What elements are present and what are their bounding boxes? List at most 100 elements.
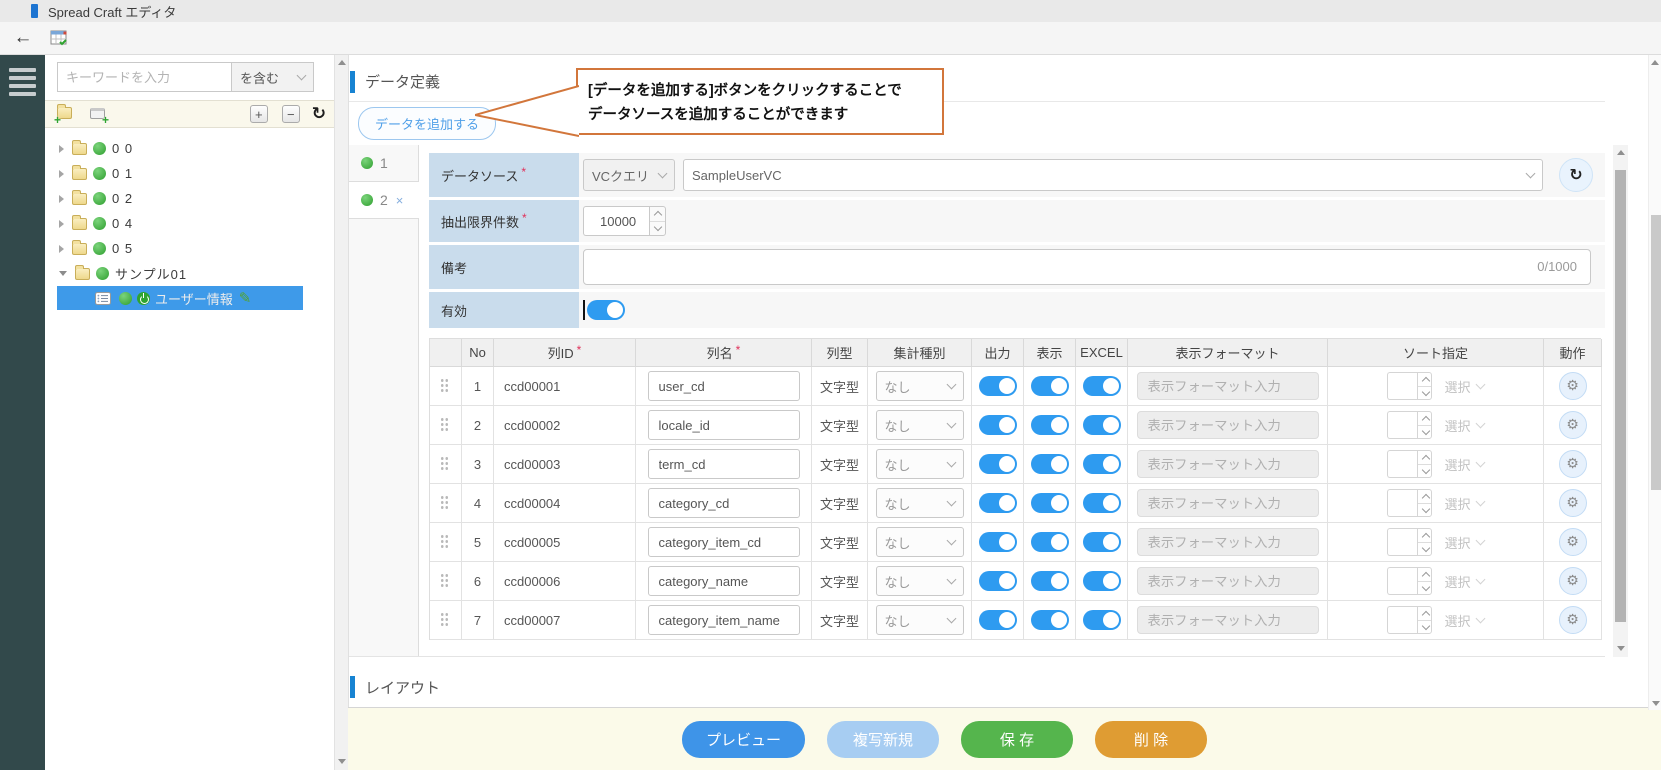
panel-scrollbar[interactable] <box>1613 145 1628 657</box>
agg-type-select[interactable]: なし <box>876 566 964 596</box>
output-toggle[interactable] <box>979 532 1017 552</box>
spinner-up-icon[interactable] <box>1418 529 1431 542</box>
number-spinner[interactable] <box>1417 372 1432 400</box>
number-spinner[interactable] <box>1417 567 1432 595</box>
display-toggle[interactable] <box>1031 493 1069 513</box>
filter-select[interactable]: を含む <box>232 62 314 92</box>
gear-icon[interactable]: ⚙ <box>1559 450 1587 478</box>
excel-toggle[interactable] <box>1083 415 1121 435</box>
tree-scrollbar[interactable] <box>334 55 348 770</box>
display-format-input[interactable] <box>1137 411 1319 439</box>
sort-order-input[interactable] <box>1387 606 1417 634</box>
agg-type-select[interactable]: なし <box>876 488 964 518</box>
enabled-toggle[interactable] <box>587 300 625 320</box>
agg-type-select[interactable]: なし <box>876 449 964 479</box>
col-name-input[interactable] <box>648 605 800 635</box>
datasource-refresh-button[interactable]: ↻ <box>1559 158 1593 192</box>
spinner-down-icon[interactable] <box>1418 620 1431 634</box>
col-name-input[interactable] <box>648 371 800 401</box>
scrollbar-down-icon[interactable] <box>1617 646 1625 651</box>
spinner-up-icon[interactable] <box>1418 490 1431 503</box>
page-scrollbar[interactable] <box>1648 55 1661 710</box>
chevron-right-icon[interactable] <box>59 195 64 203</box>
display-format-input[interactable] <box>1137 606 1319 634</box>
chevron-right-icon[interactable] <box>59 220 64 228</box>
spinner-down-icon[interactable] <box>1418 464 1431 478</box>
scrollbar-down-icon[interactable] <box>338 759 346 764</box>
excel-toggle[interactable] <box>1083 493 1121 513</box>
number-spinner[interactable] <box>649 206 666 236</box>
sort-order-input[interactable] <box>1387 528 1417 556</box>
spinner-up-icon[interactable] <box>650 207 665 221</box>
drag-handle-icon[interactable] <box>441 574 450 589</box>
chevron-down-icon[interactable] <box>1475 458 1485 468</box>
output-toggle[interactable] <box>979 571 1017 591</box>
display-format-input[interactable] <box>1137 567 1319 595</box>
display-format-input[interactable] <box>1137 372 1319 400</box>
excel-toggle[interactable] <box>1083 610 1121 630</box>
chevron-down-icon[interactable] <box>1475 575 1485 585</box>
tree-folder-row[interactable]: 0 0 <box>45 136 334 161</box>
scrollbar-up-icon[interactable] <box>1617 150 1625 155</box>
tab-close-icon[interactable]: × <box>396 193 404 208</box>
scrollbar-up-icon[interactable] <box>338 60 346 65</box>
copy-new-button[interactable]: 複写新規 <box>827 721 939 758</box>
delete-button[interactable]: 削 除 <box>1095 721 1207 758</box>
sort-order-input[interactable] <box>1387 450 1417 478</box>
spinner-down-icon[interactable] <box>1418 503 1431 517</box>
drag-handle-icon[interactable] <box>441 379 450 394</box>
gear-icon[interactable]: ⚙ <box>1559 411 1587 439</box>
save-button[interactable]: 保 存 <box>961 721 1073 758</box>
chevron-right-icon[interactable] <box>59 145 64 153</box>
tree-folder-row-expanded[interactable]: サンプル01 <box>45 261 334 286</box>
add-folder-button[interactable]: + <box>57 107 72 122</box>
output-toggle[interactable] <box>979 376 1017 396</box>
agg-type-select[interactable]: なし <box>876 527 964 557</box>
drag-handle-icon[interactable] <box>441 418 450 433</box>
output-toggle[interactable] <box>979 610 1017 630</box>
number-spinner[interactable] <box>1417 450 1432 478</box>
display-toggle[interactable] <box>1031 415 1069 435</box>
col-name-input[interactable] <box>648 527 800 557</box>
spinner-down-icon[interactable] <box>1418 425 1431 439</box>
col-name-input[interactable] <box>648 410 800 440</box>
spinner-down-icon[interactable] <box>1418 542 1431 556</box>
number-spinner[interactable] <box>1417 528 1432 556</box>
gear-icon[interactable]: ⚙ <box>1559 372 1587 400</box>
sort-order-input[interactable] <box>1387 567 1417 595</box>
gear-icon[interactable]: ⚙ <box>1559 528 1587 556</box>
spinner-up-icon[interactable] <box>1418 607 1431 620</box>
spinner-up-icon[interactable] <box>1418 568 1431 581</box>
chevron-down-icon[interactable] <box>1475 614 1485 624</box>
spinner-down-icon[interactable] <box>1418 581 1431 595</box>
sort-order-input[interactable] <box>1387 489 1417 517</box>
remarks-input[interactable] <box>583 249 1591 285</box>
output-toggle[interactable] <box>979 454 1017 474</box>
drag-handle-icon[interactable] <box>441 613 450 628</box>
chevron-right-icon[interactable] <box>59 245 64 253</box>
chevron-right-icon[interactable] <box>59 170 64 178</box>
agg-type-select[interactable]: なし <box>876 605 964 635</box>
excel-toggle[interactable] <box>1083 571 1121 591</box>
output-toggle[interactable] <box>979 493 1017 513</box>
tree-folder-row[interactable]: 0 2 <box>45 186 334 211</box>
display-format-input[interactable] <box>1137 528 1319 556</box>
pencil-icon[interactable]: ✎ <box>239 289 252 307</box>
add-node-button[interactable]: + <box>90 107 105 122</box>
sort-order-input[interactable] <box>1387 411 1417 439</box>
scrollbar-thumb[interactable] <box>1615 170 1626 622</box>
expand-all-button[interactable]: + <box>250 105 268 123</box>
output-toggle[interactable] <box>979 415 1017 435</box>
chevron-down-icon[interactable] <box>1475 419 1485 429</box>
col-name-input[interactable] <box>648 566 800 596</box>
tab-datasource-1[interactable]: 1 <box>349 145 418 182</box>
chevron-down-icon[interactable] <box>1475 380 1485 390</box>
datasource-name-select[interactable]: SampleUserVC <box>683 159 1543 191</box>
chevron-down-icon[interactable] <box>59 271 67 276</box>
display-toggle[interactable] <box>1031 376 1069 396</box>
chevron-down-icon[interactable] <box>1475 536 1485 546</box>
scrollbar-thumb[interactable] <box>1651 215 1661 490</box>
spinner-down-icon[interactable] <box>650 221 665 236</box>
excel-toggle[interactable] <box>1083 532 1121 552</box>
limit-input[interactable] <box>583 206 649 236</box>
